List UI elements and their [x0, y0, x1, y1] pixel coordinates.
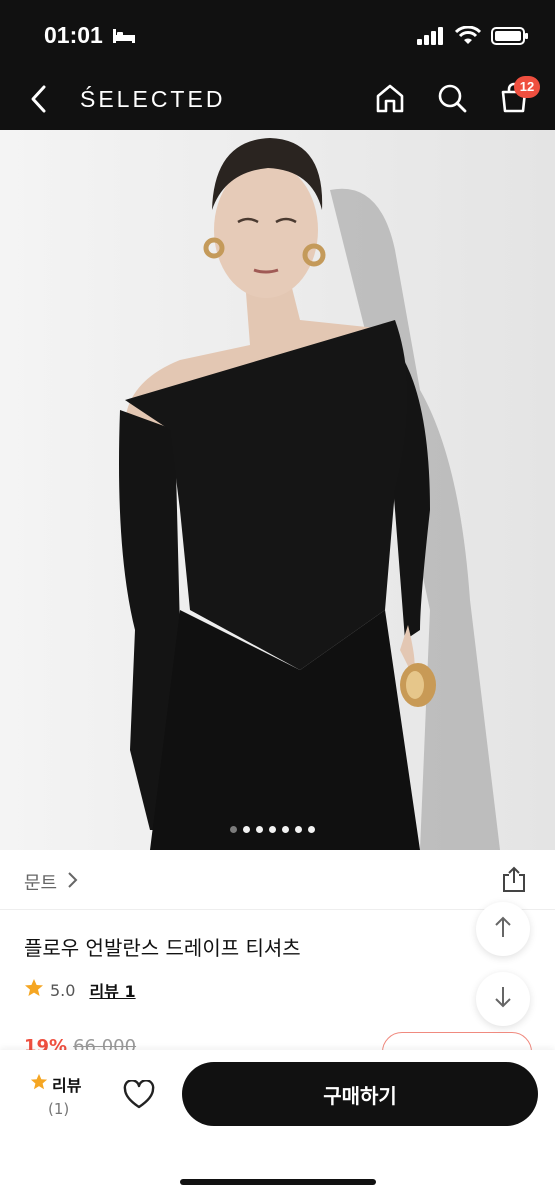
- cart-count-badge: 12: [514, 76, 540, 98]
- carousel-dot[interactable]: [256, 826, 263, 833]
- scroll-down-button[interactable]: [476, 972, 530, 1026]
- carousel-dot[interactable]: [308, 826, 315, 833]
- brand-row: 문트: [0, 851, 555, 910]
- brand-title[interactable]: ŚELECTED: [80, 86, 225, 113]
- image-carousel-dots[interactable]: [230, 826, 315, 833]
- buy-button[interactable]: 구매하기: [182, 1062, 538, 1126]
- carousel-dot[interactable]: [269, 826, 276, 833]
- status-bar: 01:01: [0, 0, 555, 68]
- carousel-dot[interactable]: [282, 826, 289, 833]
- review-label: 리뷰: [52, 1076, 82, 1095]
- nav-bar: ŚELECTED: [0, 68, 555, 130]
- review-link[interactable]: 리뷰 1: [89, 978, 135, 1002]
- wifi-icon: [454, 25, 482, 50]
- home-indicator[interactable]: [180, 1179, 376, 1185]
- search-icon[interactable]: [436, 82, 468, 118]
- sleep-icon: [112, 27, 136, 49]
- product-name: 플로우 언발란스 드레이프 티셔츠: [24, 936, 301, 960]
- scroll-top-button[interactable]: [476, 902, 530, 956]
- share-icon[interactable]: [500, 865, 528, 897]
- review-summary[interactable]: 리뷰: [30, 1072, 81, 1096]
- battery-icon: [491, 26, 529, 50]
- heart-icon[interactable]: [123, 1079, 155, 1114]
- chevron-right-icon[interactable]: [66, 871, 78, 893]
- status-time: 01:01: [44, 22, 103, 48]
- home-icon[interactable]: [374, 82, 406, 118]
- product-image[interactable]: [0, 130, 555, 850]
- rating-value: 5.0: [50, 980, 76, 1000]
- arrow-down-icon: [493, 985, 513, 1013]
- signal-icon: [417, 27, 445, 49]
- bottom-action-bar: 리뷰 (1) 구매하기: [0, 1050, 555, 1200]
- arrow-up-icon: [493, 915, 513, 943]
- carousel-dot[interactable]: [243, 826, 250, 833]
- brand-link[interactable]: 문트: [24, 869, 57, 895]
- star-icon: [24, 978, 44, 1002]
- review-count: (1): [48, 1100, 70, 1118]
- carousel-dot[interactable]: [230, 826, 237, 833]
- star-icon: [30, 1073, 48, 1095]
- rating-row: 5.0 리뷰 1: [24, 978, 136, 1002]
- back-icon[interactable]: [28, 84, 50, 118]
- carousel-dot[interactable]: [295, 826, 302, 833]
